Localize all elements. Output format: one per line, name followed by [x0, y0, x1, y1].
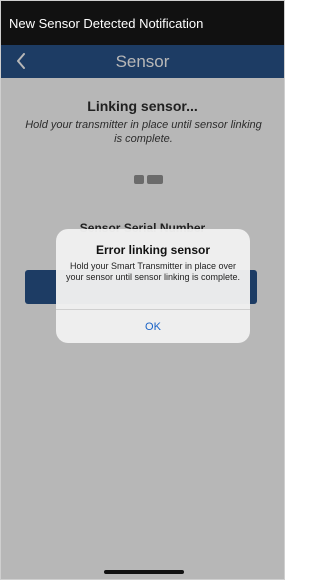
- home-indicator[interactable]: [104, 570, 184, 574]
- alert-message: Hold your Smart Transmitter in place ove…: [65, 261, 241, 282]
- alert-title: Error linking sensor: [95, 243, 211, 257]
- phone-screen: New Sensor Detected Notification Sensor …: [0, 0, 285, 580]
- error-alert-dialog: Error linking sensor Hold your Smart Tra…: [56, 229, 250, 343]
- alert-ok-button[interactable]: OK: [56, 310, 250, 343]
- notification-bar[interactable]: New Sensor Detected Notification: [1, 1, 284, 45]
- notification-text: New Sensor Detected Notification: [9, 15, 204, 31]
